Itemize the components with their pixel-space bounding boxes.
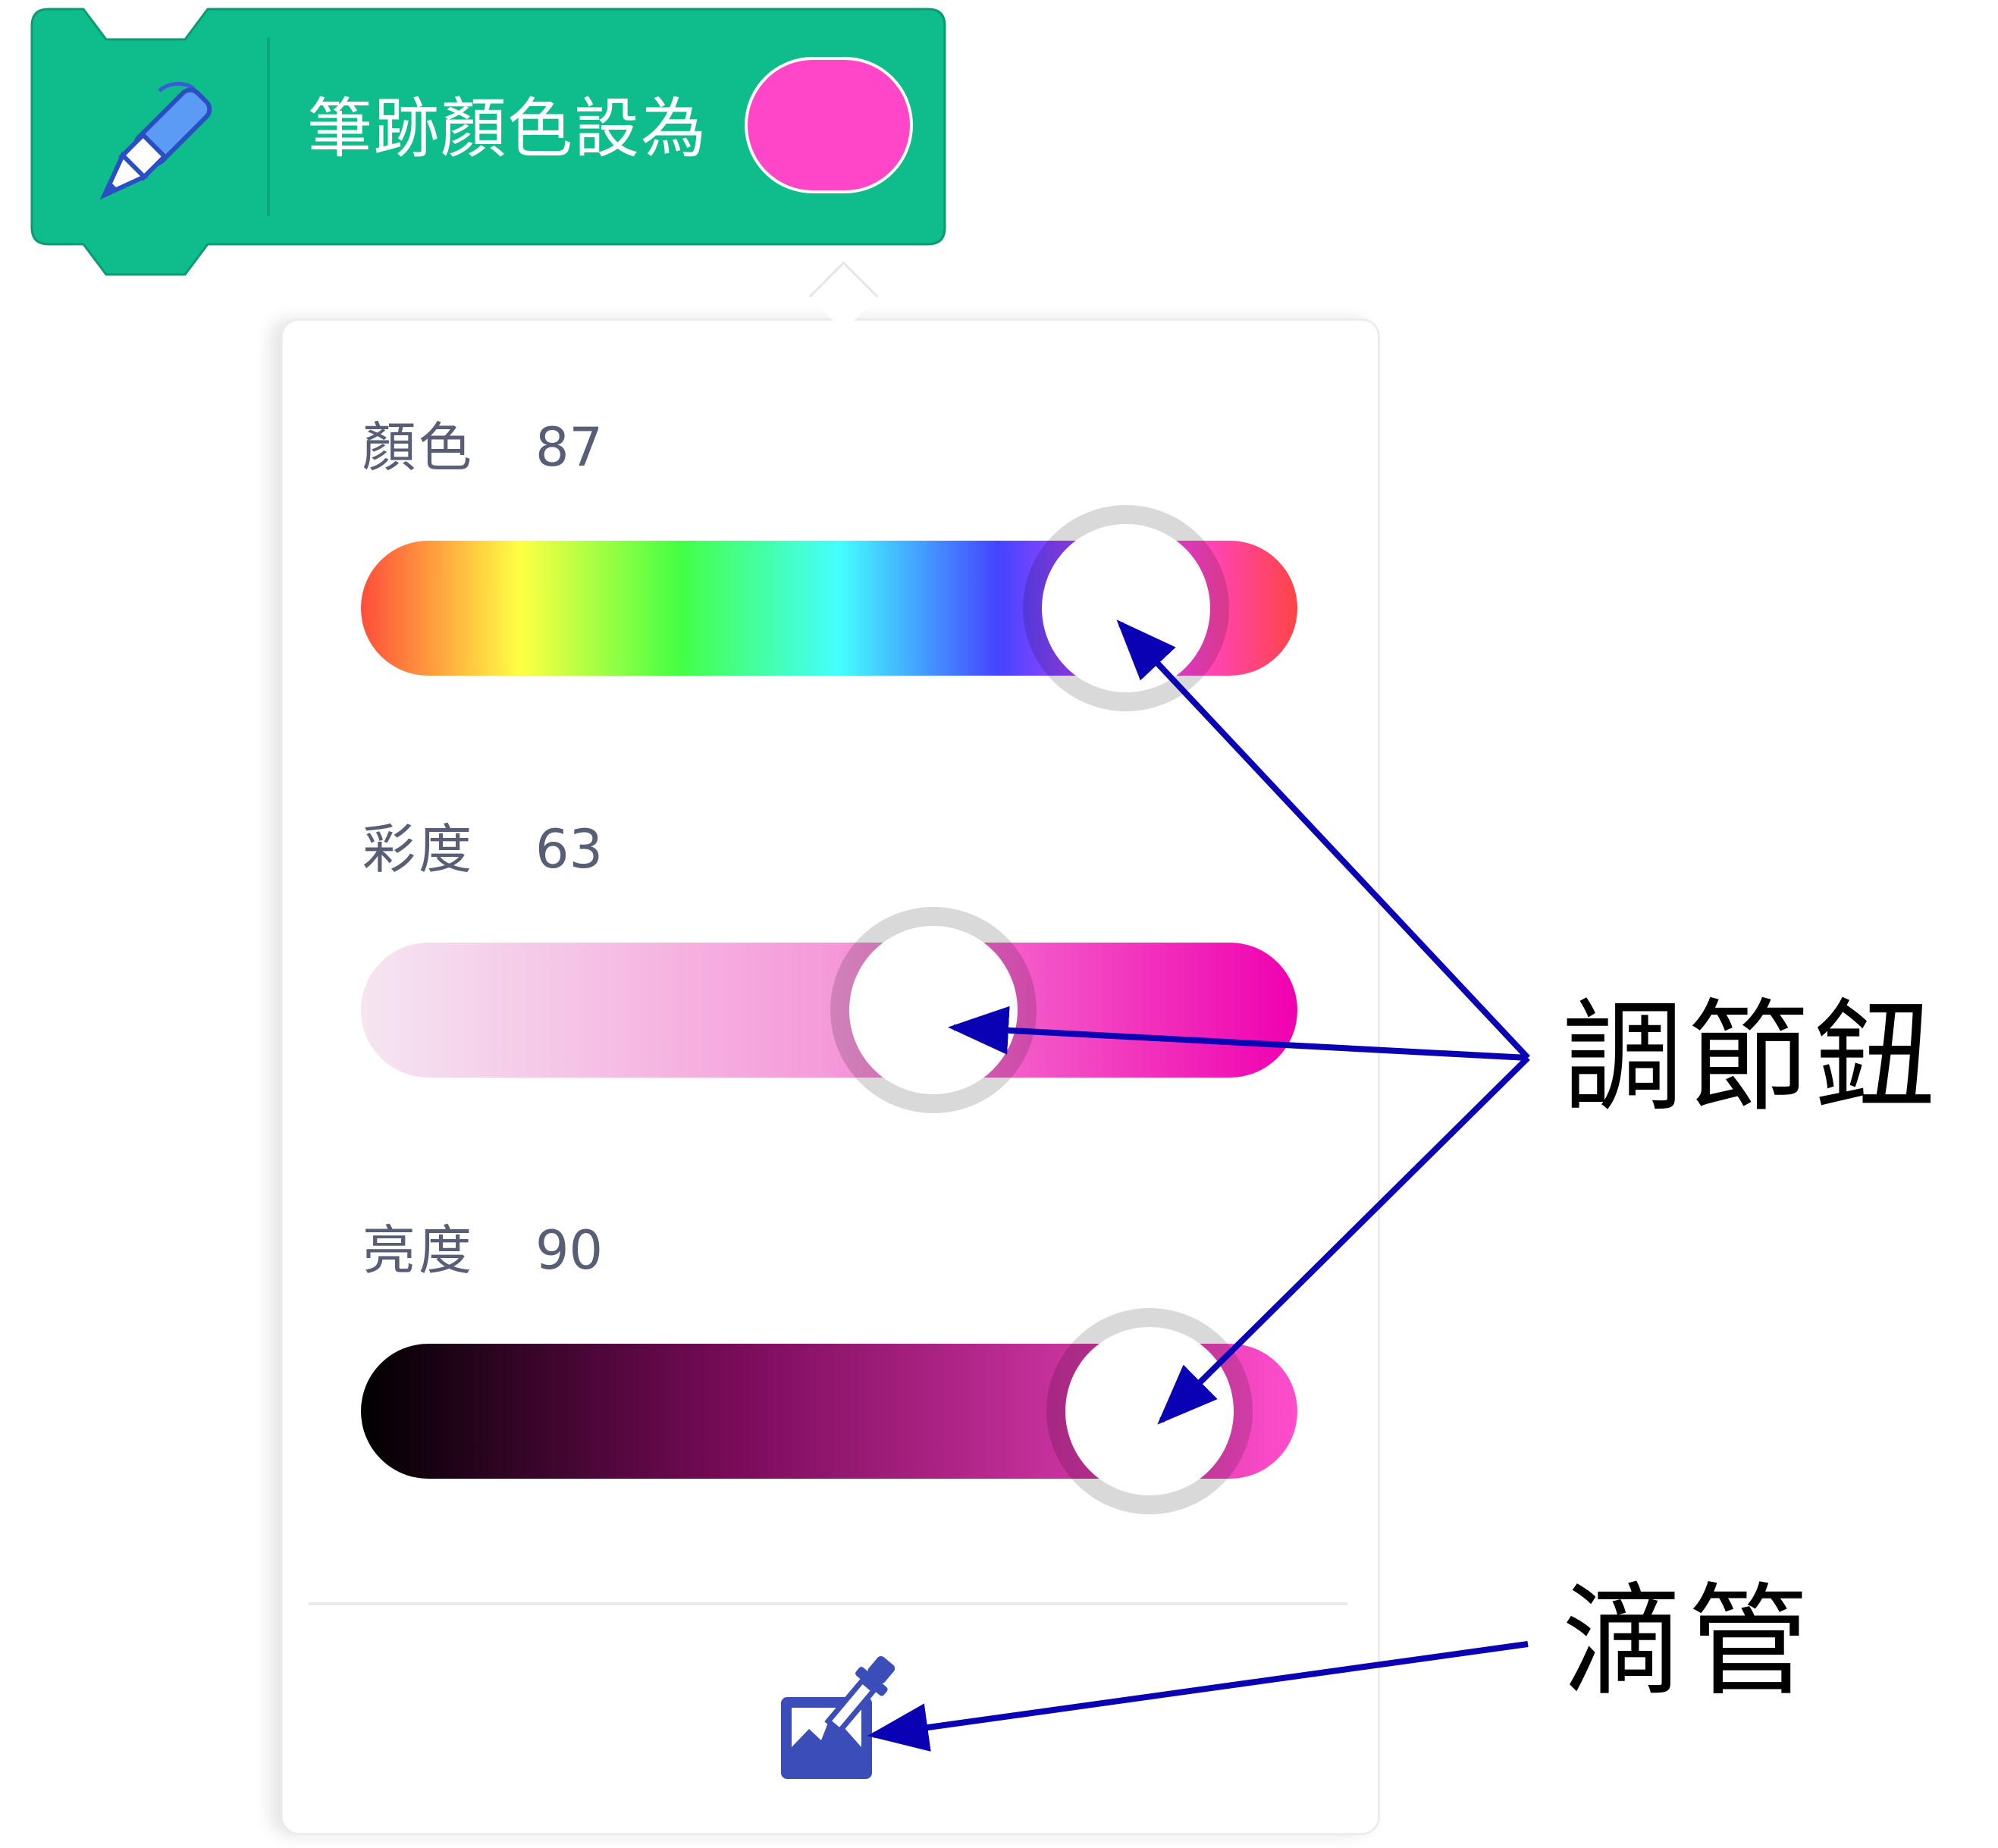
pen-icon — [99, 82, 212, 200]
eyedropper-annotation: 滴管 — [1562, 1570, 1815, 1712]
saturation-value: 63 — [535, 818, 604, 880]
brightness-label: 亮度 90 — [362, 1216, 603, 1285]
popup-separator — [309, 1602, 1347, 1605]
block-label: 筆跡顏色設為 — [307, 91, 707, 167]
eyedropper-icon[interactable] — [775, 1644, 896, 1788]
hue-value: 87 — [535, 416, 604, 478]
saturation-name: 彩度 — [362, 818, 475, 880]
hue-label: 顏色 87 — [362, 413, 603, 482]
saturation-slider-knob[interactable] — [830, 907, 1037, 1113]
hue-name: 顏色 — [362, 416, 475, 478]
knobs-annotation: 調節鈕 — [1562, 987, 1940, 1128]
saturation-slider-track[interactable] — [361, 943, 1297, 1078]
block-divider — [267, 38, 270, 216]
brightness-name: 亮度 — [362, 1219, 475, 1282]
brightness-value: 90 — [535, 1219, 604, 1282]
color-swatch[interactable] — [745, 57, 913, 193]
brightness-slider-knob[interactable] — [1046, 1308, 1253, 1514]
saturation-label: 彩度 63 — [362, 815, 603, 883]
hue-slider-knob[interactable] — [1022, 505, 1229, 711]
